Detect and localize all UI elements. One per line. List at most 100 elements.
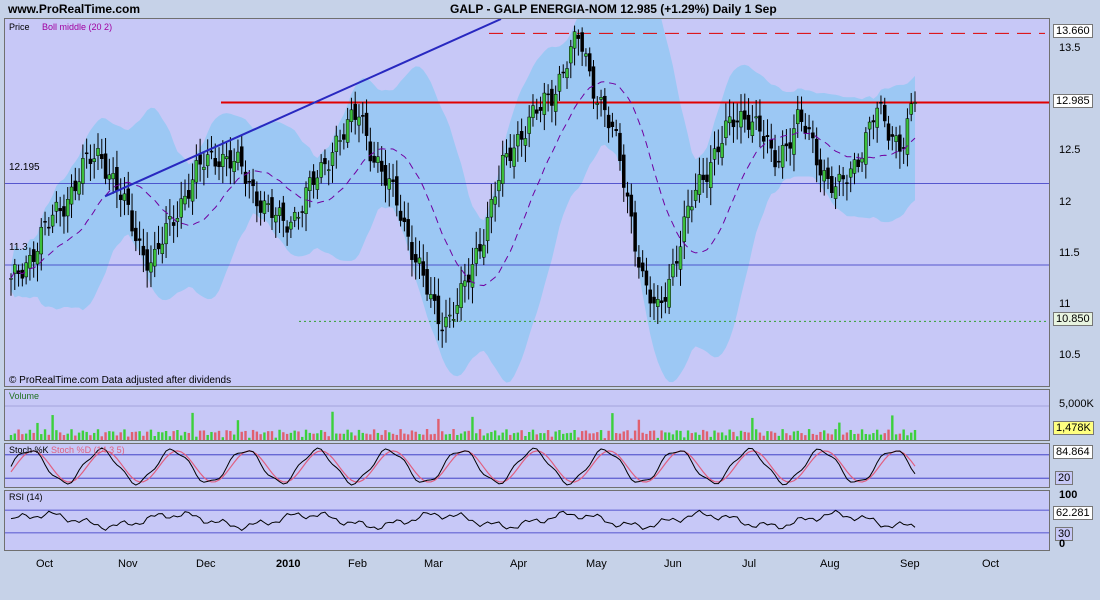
candle[interactable]: [421, 261, 426, 276]
candle[interactable]: [750, 121, 755, 136]
candle[interactable]: [122, 193, 127, 201]
candle[interactable]: [663, 297, 668, 302]
candle[interactable]: [266, 203, 270, 205]
candle[interactable]: [580, 32, 584, 52]
candle[interactable]: [837, 173, 842, 182]
candle[interactable]: [311, 171, 316, 185]
candle[interactable]: [686, 205, 690, 219]
candle[interactable]: [342, 134, 346, 140]
candle[interactable]: [898, 134, 902, 152]
candle[interactable]: [198, 154, 202, 165]
candle[interactable]: [164, 223, 168, 245]
candle[interactable]: [614, 129, 618, 131]
candle[interactable]: [440, 329, 444, 332]
candle[interactable]: [633, 212, 637, 252]
candle[interactable]: [292, 212, 297, 221]
candle[interactable]: [591, 66, 596, 99]
candle[interactable]: [833, 186, 838, 199]
candle[interactable]: [145, 249, 149, 271]
candle[interactable]: [504, 153, 509, 158]
candle[interactable]: [156, 243, 161, 250]
rsi-panel[interactable]: RSI (14): [4, 490, 1050, 551]
candle[interactable]: [258, 200, 263, 213]
candle[interactable]: [221, 153, 225, 167]
candle[interactable]: [126, 188, 131, 205]
candle[interactable]: [47, 226, 51, 229]
candle[interactable]: [289, 221, 293, 230]
candle[interactable]: [811, 132, 815, 139]
candle[interactable]: [516, 134, 520, 147]
candle[interactable]: [236, 151, 240, 163]
candle[interactable]: [603, 95, 607, 111]
candle[interactable]: [232, 161, 236, 172]
candle[interactable]: [637, 257, 641, 268]
candle[interactable]: [572, 31, 577, 49]
candle[interactable]: [886, 123, 891, 141]
candle[interactable]: [693, 189, 698, 201]
stoch-panel[interactable]: Stoch %K Stoch %D (14 3 5): [4, 443, 1050, 488]
candle[interactable]: [62, 206, 66, 217]
candle[interactable]: [565, 68, 569, 79]
candle[interactable]: [712, 148, 717, 160]
candle[interactable]: [391, 179, 395, 182]
candle[interactable]: [357, 116, 361, 126]
candle[interactable]: [296, 216, 301, 219]
candle[interactable]: [281, 202, 286, 221]
candle[interactable]: [168, 216, 172, 220]
candle[interactable]: [561, 71, 565, 74]
candle[interactable]: [682, 216, 687, 242]
candle[interactable]: [387, 178, 391, 190]
candle[interactable]: [557, 73, 562, 92]
candle[interactable]: [656, 299, 660, 307]
candle[interactable]: [43, 221, 47, 223]
candle[interactable]: [111, 173, 115, 180]
candle[interactable]: [644, 270, 649, 286]
candle[interactable]: [402, 217, 407, 223]
candle[interactable]: [395, 176, 399, 206]
candle[interactable]: [576, 34, 581, 39]
candle[interactable]: [478, 244, 482, 252]
candle[interactable]: [659, 300, 664, 304]
candle[interactable]: [474, 247, 478, 264]
candle[interactable]: [913, 102, 917, 104]
candle[interactable]: [879, 102, 883, 104]
candle[interactable]: [595, 102, 600, 105]
candle[interactable]: [667, 278, 671, 308]
candle[interactable]: [792, 128, 796, 155]
candle[interactable]: [894, 135, 898, 142]
candle[interactable]: [160, 243, 165, 254]
candle[interactable]: [678, 246, 683, 270]
candle[interactable]: [470, 264, 475, 288]
candle[interactable]: [239, 146, 244, 167]
candle[interactable]: [758, 115, 762, 132]
candle[interactable]: [508, 147, 513, 162]
candle[interactable]: [485, 217, 490, 242]
candle[interactable]: [448, 314, 452, 317]
candle[interactable]: [209, 150, 214, 153]
candle[interactable]: [867, 121, 872, 130]
candle[interactable]: [349, 109, 354, 122]
candle[interactable]: [368, 141, 373, 162]
candle[interactable]: [130, 210, 134, 232]
candle[interactable]: [24, 262, 28, 278]
candle[interactable]: [569, 46, 573, 64]
candle[interactable]: [830, 176, 834, 194]
candle[interactable]: [217, 161, 221, 168]
candle[interactable]: [697, 174, 702, 195]
candle[interactable]: [701, 174, 705, 181]
candle[interactable]: [625, 192, 630, 197]
candle[interactable]: [274, 214, 278, 223]
candle[interactable]: [353, 103, 357, 120]
candle[interactable]: [674, 261, 679, 264]
candle[interactable]: [262, 200, 267, 214]
candle[interactable]: [610, 121, 615, 127]
candle[interactable]: [531, 105, 535, 118]
candle[interactable]: [497, 180, 501, 192]
candle[interactable]: [550, 88, 554, 106]
price-chart[interactable]: [5, 19, 1050, 387]
candle[interactable]: [784, 143, 789, 147]
candle[interactable]: [88, 158, 93, 164]
candle[interactable]: [224, 156, 229, 160]
candle[interactable]: [84, 152, 89, 155]
candle[interactable]: [319, 162, 323, 178]
